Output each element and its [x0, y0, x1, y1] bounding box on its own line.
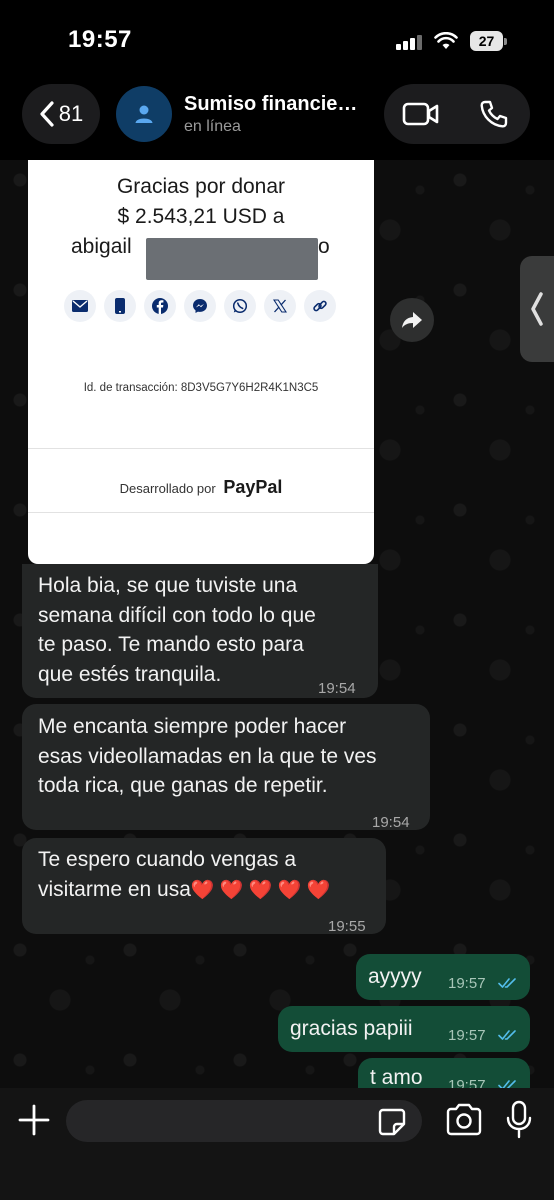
forward-arrow-icon: [402, 312, 422, 328]
message-line: toda rica, que ganas de repetir.: [38, 774, 328, 797]
message-line: Te espero cuando vengas a: [38, 848, 297, 871]
microphone-icon[interactable]: [504, 1100, 534, 1140]
paypal-receipt-image[interactable]: Gracias por donar $ 2.543,21 USD a abiga…: [28, 160, 374, 564]
receipt-recipient-end: o: [318, 235, 330, 258]
outgoing-message[interactable]: gracias papiii 19:57: [278, 1006, 530, 1052]
heart-emojis: ❤️ ❤️ ❤️ ❤️ ❤️: [190, 879, 331, 901]
message-time: 19:54: [318, 680, 356, 697]
sticker-icon[interactable]: [376, 1106, 408, 1138]
message-text: Me encanta siempre poder hacer esas vide…: [38, 712, 377, 801]
messenger-icon: [184, 290, 216, 322]
plus-icon[interactable]: [16, 1102, 52, 1138]
message-line-text: visitarme en usa: [38, 877, 191, 901]
cellular-signal-icon: [396, 34, 424, 50]
phone-icon: [479, 100, 507, 128]
redaction-box: [146, 238, 318, 280]
message-time: 19:54: [372, 814, 410, 831]
camera-icon[interactable]: [444, 1102, 484, 1138]
x-icon: [264, 290, 296, 322]
forward-button[interactable]: [390, 298, 434, 342]
whatsapp-icon: [224, 290, 256, 322]
unread-count: 81: [58, 101, 84, 126]
message-line: esas videollamadas en la que te ves: [38, 744, 377, 768]
receipt-thanks-line: Gracias por donar: [116, 175, 286, 198]
card-divider: [28, 448, 374, 449]
receipt-amount-line: $ 2.543,21 USD a: [117, 205, 285, 228]
chevron-left-icon: [531, 292, 543, 326]
message-text: Te espero cuando vengas a visitarme en u…: [38, 845, 330, 905]
message-line: te paso. Te mando esto para: [38, 633, 304, 656]
phone-icon: [104, 290, 136, 322]
incoming-message[interactable]: Hola bia, se que tuviste una semana difí…: [22, 564, 378, 698]
person-icon: [135, 105, 153, 123]
outgoing-message[interactable]: ayyyy 19:57: [356, 954, 530, 1000]
battery-level: 27: [470, 31, 503, 51]
powered-by-label: Desarrollado por: [119, 481, 216, 496]
contact-name[interactable]: Sumiso financie…: [184, 93, 357, 116]
chat-header: 81 Sumiso financie… en línea: [0, 80, 554, 160]
contact-status: en línea: [184, 118, 241, 135]
incoming-message[interactable]: Me encanta siempre poder hacer esas vide…: [22, 704, 430, 831]
email-icon: [64, 290, 96, 322]
paypal-logo: PayPal: [223, 477, 283, 497]
message-text: ayyyy: [368, 965, 422, 988]
read-ticks-icon: [498, 978, 516, 988]
chevron-left-icon: [40, 101, 54, 127]
message-line: visitarme en usa❤️ ❤️ ❤️ ❤️ ❤️: [38, 875, 330, 906]
facebook-icon: [144, 290, 176, 322]
message-line: Hola bia, se que tuviste una: [38, 574, 298, 597]
message-line: semana difícil con todo lo que: [38, 603, 316, 627]
side-panel-handle[interactable]: [520, 256, 554, 362]
message-text: gracias papiii: [290, 1017, 413, 1040]
voice-call-button[interactable]: [457, 84, 530, 144]
avatar[interactable]: [116, 86, 172, 142]
receipt-recipient-start: abigail: [71, 235, 132, 258]
status-bar: 19:57 27: [0, 0, 554, 80]
message-composer: [0, 1088, 554, 1200]
transaction-id: Id. de transacción: 8D3V5G7Y6H2R4K1N3C5: [83, 382, 319, 394]
video-call-button[interactable]: [384, 84, 457, 144]
message-text: t amo: [370, 1066, 423, 1089]
incoming-message[interactable]: Te espero cuando vengas a visitarme en u…: [22, 838, 386, 935]
read-ticks-icon: [498, 1030, 516, 1040]
message-time: 19:57: [448, 975, 486, 992]
wifi-icon: [434, 32, 458, 49]
video-camera-icon: [402, 102, 438, 126]
call-actions: [384, 84, 530, 144]
battery-icon: 27: [470, 31, 507, 51]
message-time: 19:57: [448, 1027, 486, 1044]
card-divider: [28, 512, 374, 513]
message-time: 19:55: [328, 918, 366, 935]
link-icon: [304, 290, 336, 322]
message-line: que estés tranquila.: [38, 662, 222, 686]
powered-by: Desarrollado por PayPal: [28, 477, 374, 498]
message-line: Me encanta siempre poder hacer: [38, 715, 347, 738]
back-button[interactable]: 81: [22, 84, 100, 144]
message-text: Hola bia, se que tuviste una semana difí…: [38, 571, 316, 689]
status-time: 19:57: [68, 26, 132, 53]
message-input[interactable]: [66, 1100, 422, 1142]
share-icons-row: [64, 290, 336, 322]
